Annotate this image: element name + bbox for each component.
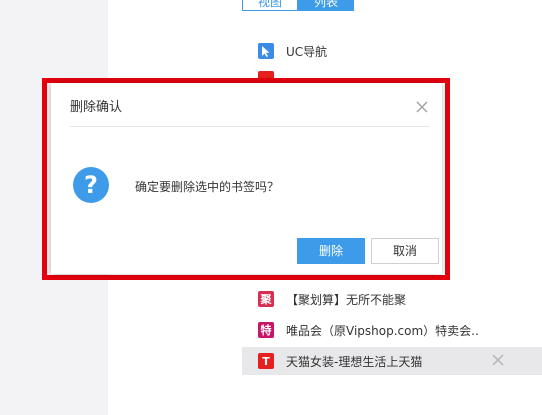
dialog-divider <box>70 126 430 127</box>
cancel-button[interactable]: 取消 <box>371 238 439 264</box>
view-toggle: 视图 列表 <box>242 0 354 11</box>
close-icon[interactable] <box>416 98 428 113</box>
delete-button[interactable]: 删除 <box>297 238 365 264</box>
ju-icon: 聚 <box>258 291 274 307</box>
bookmark-item[interactable]: UC导航 <box>242 37 542 65</box>
te-icon: 特 <box>258 322 274 338</box>
remove-bookmark-icon[interactable] <box>492 354 504 366</box>
bookmark-label: UC导航 <box>286 44 328 59</box>
bookmark-item[interactable]: 特 唯品会（原Vipshop.com）特卖会.. <box>242 316 542 344</box>
delete-confirm-dialog: 删除确认 ? 确定要删除选中的书签吗？ 删除 取消 <box>51 83 442 274</box>
dialog-title: 删除确认 <box>70 100 123 115</box>
cursor-icon <box>258 43 274 59</box>
dialog-header: 删除确认 <box>51 83 442 126</box>
dialog-message: 确定要删除选中的书签吗？ <box>135 180 280 194</box>
bookmark-label: 【聚划算】无所不能聚 <box>286 292 407 307</box>
list-view-button[interactable]: 列表 <box>298 0 354 11</box>
tmall-icon: T <box>258 353 274 369</box>
bookmark-item-selected[interactable]: T 天猫女装-理想生活上天猫 <box>242 347 542 375</box>
bookmark-item[interactable]: 聚 【聚划算】无所不能聚 <box>242 285 542 313</box>
grid-view-button[interactable]: 视图 <box>242 0 298 11</box>
question-icon: ? <box>73 167 109 203</box>
bookmark-label: 唯品会（原Vipshop.com）特卖会.. <box>286 323 479 338</box>
bookmark-label: 天猫女装-理想生活上天猫 <box>286 354 423 369</box>
